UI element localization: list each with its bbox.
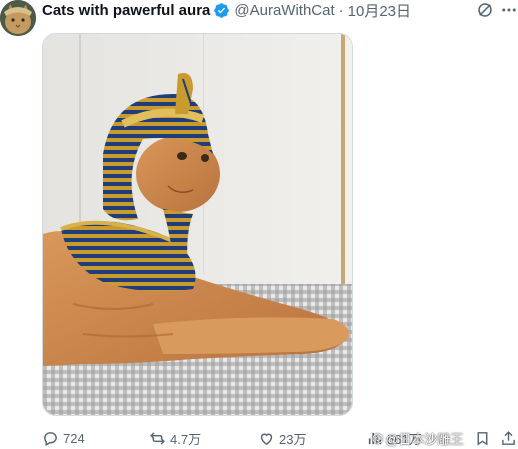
repost-count: 4.7万: [170, 431, 202, 447]
weibo-logo-icon: ◎: [372, 430, 384, 445]
display-name[interactable]: Cats with pawerful aura: [42, 2, 210, 19]
grok-icon[interactable]: [476, 1, 494, 19]
bookmark-icon: [477, 431, 488, 445]
user-handle[interactable]: @AuraWithCat: [234, 2, 334, 19]
weibo-watermark: ◎ @日本沙雕王: [372, 428, 464, 448]
watermark-text: @日本沙雕王: [385, 431, 464, 447]
tweet-date[interactable]: 10月23日: [348, 0, 411, 21]
avatar[interactable]: [0, 0, 36, 36]
reply-icon: [44, 431, 57, 446]
verified-badge-icon: [213, 2, 230, 19]
bookmark-button[interactable]: [474, 428, 495, 448]
like-icon: [260, 433, 273, 445]
tweet-photo[interactable]: [42, 33, 353, 416]
like-button[interactable]: 23万: [258, 428, 306, 448]
more-icon[interactable]: [500, 1, 518, 19]
repost-button[interactable]: 4.7万: [149, 428, 201, 448]
reply-button[interactable]: 724: [42, 428, 85, 448]
separator-dot: ·: [338, 1, 344, 19]
like-count: 23万: [279, 431, 307, 447]
retweet-icon: [150, 431, 165, 445]
share-icon: [502, 430, 515, 445]
share-button[interactable]: [500, 428, 518, 448]
reply-count: 724: [63, 430, 85, 446]
tweet: Cats with pawerful aura @AuraWithCat · 1…: [0, 0, 518, 449]
tweet-header: Cats with pawerful aura @AuraWithCat · 1…: [42, 0, 411, 20]
